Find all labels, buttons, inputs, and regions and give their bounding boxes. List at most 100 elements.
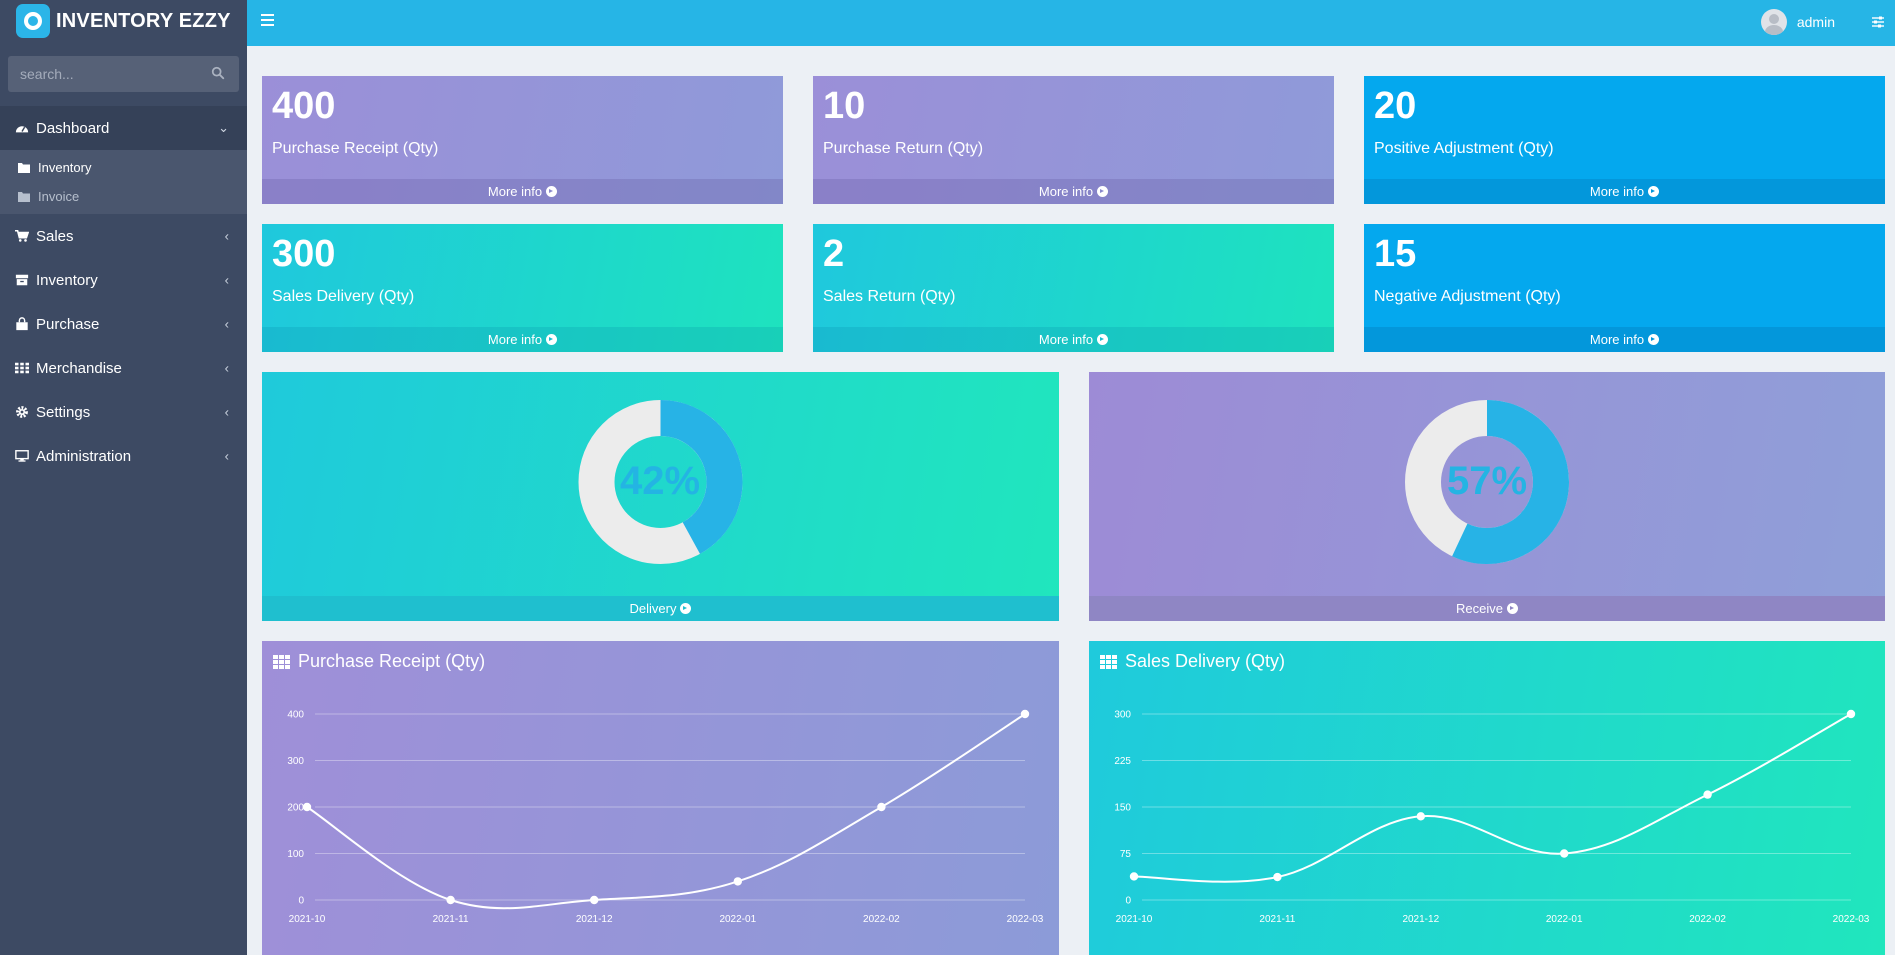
data-point[interactable] — [877, 802, 886, 812]
sidebar-item-dashboard[interactable]: Dashboard ⌄ — [0, 106, 247, 150]
menu-toggle-icon[interactable] — [261, 14, 274, 26]
series-line — [306, 713, 1026, 910]
data-point[interactable] — [1129, 872, 1139, 881]
chevron-left-icon: ‹ — [224, 404, 229, 420]
purchase-receipt-line-chart: 0 100 200 300 400 2021-10 2021-11 2021-12 2022-0… — [287, 709, 1044, 926]
more-info-link[interactable]: More info — [1364, 327, 1885, 352]
sidebar-item-label: Inventory — [36, 271, 98, 289]
sidebar-item-sales[interactable]: Sales ‹ — [0, 214, 247, 258]
gear-icon — [14, 405, 30, 419]
search-input[interactable] — [20, 66, 211, 82]
x-tick-label: 2022-03 — [1007, 914, 1044, 925]
stat-box-sales-delivery: 300 Sales Delivery (Qty) More info — [262, 224, 783, 352]
sidebar-subitem-invoice[interactable]: Invoice — [0, 182, 247, 211]
data-point[interactable] — [590, 895, 599, 905]
y-tick-label: 0 — [298, 896, 304, 907]
delivery-link-label: Delivery — [629, 601, 677, 616]
data-point[interactable] — [1846, 709, 1856, 719]
delivery-link[interactable]: Delivery — [262, 596, 1059, 621]
sidebar-item-label: Merchandise — [36, 359, 122, 377]
user-menu[interactable]: admin — [1760, 9, 1835, 35]
data-point[interactable] — [446, 895, 455, 905]
x-tick-label: 2022-01 — [719, 914, 756, 925]
series-line — [1133, 713, 1852, 883]
sidebar-subitem-inventory[interactable]: Inventory — [0, 153, 247, 182]
table-icon — [1100, 654, 1117, 669]
arrow-circle-right-icon — [1648, 186, 1660, 197]
data-point[interactable] — [1273, 872, 1282, 882]
sidebar-subitem-label: Inventory — [38, 160, 92, 175]
data-point[interactable] — [733, 877, 742, 886]
arrow-circle-right-icon — [546, 186, 558, 197]
avatar — [1760, 9, 1787, 35]
data-point[interactable] — [1703, 790, 1712, 799]
table-icon — [273, 654, 290, 669]
data-point[interactable] — [1020, 709, 1030, 719]
stat-value: 2 — [823, 233, 845, 275]
more-info-link[interactable]: More info — [1364, 179, 1885, 204]
more-info-label: More info — [1589, 184, 1645, 199]
y-tick-label: 300 — [287, 756, 304, 767]
grid-icon — [14, 361, 30, 375]
sidebar-nav: Dashboard ⌄ Inventory Invoice Sales ‹ In… — [0, 106, 247, 478]
user-name: admin — [1796, 14, 1835, 30]
sidebar-item-label: Purchase — [36, 315, 100, 333]
chevron-left-icon: ‹ — [224, 228, 229, 244]
data-point[interactable] — [1416, 812, 1425, 821]
y-tick-label: 0 — [1125, 896, 1131, 907]
dashboard-submenu: Inventory Invoice — [0, 150, 247, 214]
receive-link-label: Receive — [1456, 601, 1503, 616]
chevron-left-icon: ‹ — [224, 360, 229, 376]
sidebar: INVENTORY EZZY Dashboard ⌄ Inventory Inv… — [0, 0, 247, 955]
brand-logo-icon — [16, 4, 50, 38]
sidebar-item-administration[interactable]: Administration ‹ — [0, 434, 247, 478]
y-tick-label: 300 — [1114, 710, 1131, 721]
x-tick-label: 2022-01 — [1546, 914, 1583, 925]
search-box — [8, 56, 239, 92]
stat-label: Purchase Return (Qty) — [823, 140, 984, 157]
more-info-link[interactable]: More info — [813, 179, 1334, 204]
stat-box-positive-adjustment: 20 Positive Adjustment (Qty) More info — [1364, 76, 1885, 204]
sliders-icon[interactable] — [1871, 15, 1885, 29]
brand[interactable]: INVENTORY EZZY — [0, 0, 247, 42]
receive-donut-panel: 57% Receive — [1089, 372, 1885, 621]
sidebar-item-merchandise[interactable]: Merchandise ‹ — [0, 346, 247, 390]
search-icon[interactable] — [211, 66, 227, 82]
x-tick-label: 2021-11 — [433, 914, 469, 925]
donut-percent-label: 42% — [619, 459, 701, 503]
stat-label: Positive Adjustment (Qty) — [1374, 140, 1554, 157]
sidebar-item-label: Administration — [36, 447, 132, 465]
x-tick-label: 2022-02 — [1689, 914, 1726, 925]
more-info-link[interactable]: More info — [262, 327, 783, 352]
x-tick-label: 2021-10 — [1116, 914, 1153, 925]
y-tick-label: 150 — [1114, 803, 1131, 814]
data-point[interactable] — [302, 802, 312, 812]
stat-value: 300 — [272, 233, 336, 275]
more-info-label: More info — [1038, 184, 1094, 199]
more-info-link[interactable]: More info — [262, 179, 783, 204]
y-tick-label: 400 — [287, 710, 304, 721]
sidebar-item-purchase[interactable]: Purchase ‹ — [0, 302, 247, 346]
sidebar-item-settings[interactable]: Settings ‹ — [0, 390, 247, 434]
arrow-circle-right-icon — [546, 334, 558, 345]
folder-icon — [18, 162, 32, 173]
data-point[interactable] — [1560, 849, 1569, 858]
y-tick-label: 100 — [287, 849, 304, 860]
stat-label: Sales Return (Qty) — [823, 288, 956, 305]
dashboard-icon — [14, 121, 30, 135]
stat-value: 15 — [1374, 233, 1417, 275]
arrow-circle-right-icon — [1097, 186, 1109, 197]
more-info-link[interactable]: More info — [813, 327, 1334, 352]
receive-link[interactable]: Receive — [1089, 596, 1885, 621]
chevron-down-icon: ⌄ — [218, 120, 229, 135]
stat-label: Purchase Receipt (Qty) — [272, 140, 439, 157]
sidebar-item-inventory[interactable]: Inventory ‹ — [0, 258, 247, 302]
more-info-label: More info — [1589, 332, 1645, 347]
x-tick-label: 2021-10 — [289, 914, 326, 925]
stat-box-purchase-return: 10 Purchase Return (Qty) More info — [813, 76, 1334, 204]
delivery-donut-panel: 42% Delivery — [262, 372, 1059, 621]
arrow-circle-right-icon — [680, 603, 692, 614]
top-navbar: admin — [247, 0, 1895, 46]
cart-icon — [14, 229, 30, 243]
more-info-label: More info — [487, 332, 543, 347]
